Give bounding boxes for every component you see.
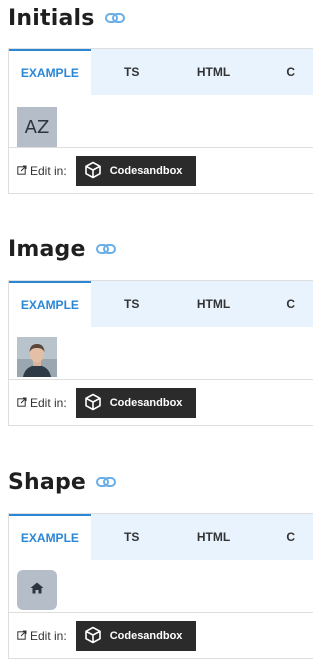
card-footer: Edit in: Codesandbox	[9, 379, 313, 426]
edit-in-label-wrap: Edit in:	[17, 396, 67, 410]
tab-css[interactable]: C	[254, 49, 313, 95]
tab-ts[interactable]: TS	[91, 49, 173, 95]
tab-bar: EXAMPLE TS HTML C	[9, 49, 313, 95]
section-title: Initials	[8, 5, 95, 31]
edit-in-label-wrap: Edit in:	[17, 164, 67, 178]
section-header: Initials	[8, 4, 125, 32]
codesandbox-label: Codesandbox	[109, 630, 183, 642]
avatar: AZ	[17, 107, 57, 147]
external-edit-icon	[17, 396, 27, 410]
edit-in-label-wrap: Edit in:	[17, 629, 67, 643]
edit-in-label: Edit in:	[30, 629, 67, 643]
tab-html[interactable]: HTML	[173, 49, 255, 95]
preview-area: AZ	[9, 95, 313, 147]
card-footer: Edit in: Codesandbox	[9, 612, 313, 659]
tab-bar: EXAMPLE TS HTML C	[9, 281, 313, 327]
codesandbox-label: Codesandbox	[109, 397, 183, 409]
codesandbox-icon	[84, 393, 102, 414]
tab-example[interactable]: EXAMPLE	[9, 514, 91, 560]
external-edit-icon	[17, 629, 27, 643]
edit-in-label: Edit in:	[30, 164, 67, 178]
tab-ts[interactable]: TS	[91, 281, 173, 327]
avatar-photo	[17, 337, 57, 377]
tab-html[interactable]: HTML	[173, 281, 255, 327]
edit-in-label: Edit in:	[30, 396, 67, 410]
tab-example[interactable]: EXAMPLE	[9, 281, 91, 327]
tab-css[interactable]: C	[254, 514, 313, 560]
codesandbox-button[interactable]: Codesandbox	[75, 388, 196, 418]
link-icon[interactable]	[96, 476, 117, 488]
link-icon[interactable]	[104, 12, 125, 24]
avatar-shape	[17, 570, 57, 610]
section-header: Shape	[8, 468, 117, 496]
card-footer: Edit in: Codesandbox	[9, 147, 313, 194]
example-card: EXAMPLE TS HTML C Edit in: Codesandbox	[8, 513, 313, 659]
home-icon	[30, 581, 44, 599]
tab-bar: EXAMPLE TS HTML C	[9, 514, 313, 560]
tab-ts[interactable]: TS	[91, 514, 173, 560]
tab-css[interactable]: C	[254, 281, 313, 327]
codesandbox-label: Codesandbox	[109, 165, 183, 177]
codesandbox-button[interactable]: Codesandbox	[75, 621, 196, 651]
codesandbox-icon	[84, 626, 102, 647]
section-header: Image	[8, 235, 116, 263]
tab-example[interactable]: EXAMPLE	[9, 49, 91, 95]
link-icon[interactable]	[95, 243, 116, 255]
example-card: EXAMPLE TS HTML C AZ Edit in: Codesandbo…	[8, 48, 313, 194]
section-title: Image	[8, 236, 86, 262]
preview-area	[9, 327, 313, 379]
tab-html[interactable]: HTML	[173, 514, 255, 560]
preview-area	[9, 560, 313, 612]
codesandbox-button[interactable]: Codesandbox	[75, 156, 196, 186]
external-edit-icon	[17, 164, 27, 178]
section-title: Shape	[8, 469, 87, 495]
example-card: EXAMPLE TS HTML C Edit in: Codesandbox	[8, 280, 313, 426]
codesandbox-icon	[84, 161, 102, 182]
